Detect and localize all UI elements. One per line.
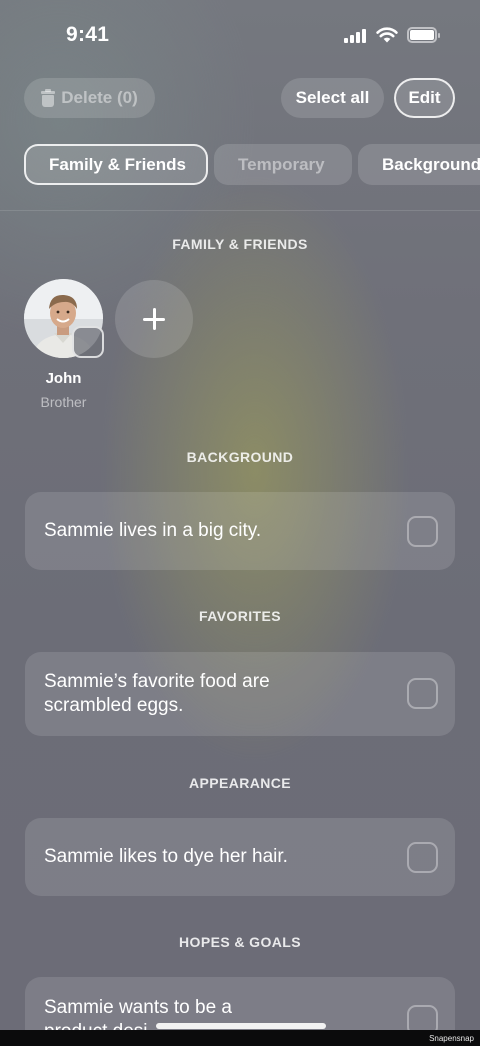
status-bar: 9:41 (0, 0, 480, 72)
tab-background[interactable]: Background (358, 144, 480, 185)
card-checkbox[interactable] (407, 842, 438, 873)
delete-button[interactable]: Delete (0) (24, 78, 155, 118)
select-all-button[interactable]: Select all (281, 78, 384, 118)
section-title-background: BACKGROUND (186, 449, 294, 465)
card-text: Sammie lives in a big city. (44, 520, 262, 541)
trash-icon (41, 88, 56, 107)
divider (0, 210, 480, 211)
section-title-family-friends: FAMILY & FRIENDS (172, 236, 308, 252)
delete-button-label: Delete (0) (61, 88, 138, 107)
battery-icon (407, 27, 440, 43)
card-checkbox[interactable] (407, 516, 438, 547)
memory-card-appearance[interactable]: Sammie likes to dye her hair. (25, 818, 455, 896)
edit-button[interactable]: Edit (394, 78, 455, 118)
cellular-signal-icon (344, 29, 368, 43)
memory-card-background[interactable]: Sammie lives in a big city. (25, 492, 455, 570)
category-tabs: Family & Friends Temporary Background (24, 144, 480, 186)
person-name: John (45, 370, 82, 387)
home-indicator[interactable] (156, 1023, 326, 1029)
section-title-appearance: APPEARANCE (188, 775, 291, 791)
tab-temporary[interactable]: Temporary (214, 144, 352, 185)
add-person-button[interactable] (115, 280, 193, 358)
status-time: 9:41 (66, 23, 110, 46)
wifi-icon (376, 27, 398, 43)
bottom-bar (0, 1030, 480, 1046)
card-checkbox[interactable] (407, 678, 438, 709)
section-title-favorites: FAVORITES (199, 608, 281, 624)
memory-card-favorites[interactable]: Sammie’s favorite food are scrambled egg… (25, 652, 455, 736)
card-text: Sammie’s favorite food are scrambled egg… (44, 671, 270, 716)
avatar-select-checkbox[interactable] (72, 326, 104, 358)
section-title-hopes-goals: HOPES & GOALS (179, 934, 301, 950)
watermark: Snapensnap (429, 1034, 474, 1043)
person-relation: Brother (40, 394, 87, 410)
tab-family-friends[interactable]: Family & Friends (24, 144, 208, 185)
card-text: Sammie likes to dye her hair. (44, 846, 288, 867)
